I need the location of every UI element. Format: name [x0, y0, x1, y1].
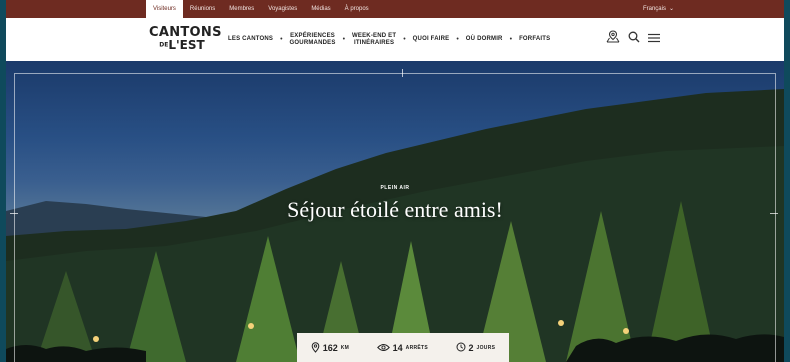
clock-icon [456, 342, 466, 354]
nav-separator: • [342, 36, 346, 43]
logo-line2: DEL'EST [149, 39, 215, 52]
stat-duration: 2 JOURS [456, 342, 496, 354]
nav-item-ou-dormir[interactable]: OÙ DORMIR [466, 36, 503, 43]
main-nav: LES CANTONS • EXPÉRIENCES GOURMANDES • W… [228, 18, 550, 61]
frame-tick-top [402, 69, 403, 77]
nav-item-experiences-gourmandes[interactable]: EXPÉRIENCES GOURMANDES [290, 33, 336, 47]
language-label: Français [642, 6, 666, 12]
audience-tab-membres[interactable]: Membres [222, 0, 261, 18]
search-icon[interactable] [628, 30, 640, 48]
nav-label: FORFAITS [519, 36, 551, 42]
stat-stops: 14 ARRÊTS [376, 343, 429, 354]
nav-separator: • [509, 36, 513, 43]
nav-label: GOURMANDES [289, 39, 336, 46]
utility-bar: Visiteurs Réunions Membres Voyagistes Mé… [6, 0, 784, 18]
nav-label: WEEK-END ET [352, 32, 397, 39]
stat-stops-value: 14 [392, 343, 403, 353]
stat-stops-unit: ARRÊTS [405, 345, 429, 351]
site-logo[interactable]: CANTONS DEL'EST [149, 26, 221, 52]
stat-distance-unit: KM [340, 345, 350, 351]
nav-label: QUOI FAIRE [412, 36, 450, 42]
browser-page: Visiteurs Réunions Membres Voyagistes Mé… [6, 0, 784, 362]
header-tools [606, 30, 660, 48]
nav-label: EXPÉRIENCES [290, 32, 335, 39]
nav-item-forfaits[interactable]: FORFAITS [519, 36, 550, 43]
audience-tab-visiteurs[interactable]: Visiteurs [146, 0, 183, 18]
audience-nav: Visiteurs Réunions Membres Voyagistes Mé… [146, 0, 376, 18]
nav-label: LES CANTONS [228, 36, 274, 42]
logo-de: DE [159, 41, 169, 49]
site-header: CANTONS DEL'EST LES CANTONS • EXPÉRIENCE… [6, 18, 784, 61]
nav-label: ITINÉRAIRES [354, 39, 395, 46]
nav-item-les-cantons[interactable]: LES CANTONS [228, 36, 273, 43]
hero-title: Séjour étoilé entre amis! [287, 197, 503, 222]
audience-tab-a-propos[interactable]: À propos [338, 0, 376, 18]
nav-separator: • [456, 36, 459, 43]
nav-separator: • [403, 36, 406, 43]
audience-tab-reunions[interactable]: Réunions [183, 0, 222, 18]
nav-item-week-end-itineraires[interactable]: WEEK-END ET ITINÉRAIRES [352, 33, 396, 47]
hero-banner: PLEIN AIR Séjour étoilé entre amis! 162 … [6, 61, 784, 362]
stat-distance: 162 KM [311, 341, 350, 355]
itinerary-stats: 162 KM 14 ARRÊTS 2 JOURS [297, 333, 509, 362]
nav-separator: • [280, 36, 283, 43]
logo-est: L'EST [168, 38, 205, 52]
nav-item-quoi-faire[interactable]: QUOI FAIRE [413, 36, 450, 43]
audience-tab-voyagistes[interactable]: Voyagistes [261, 0, 304, 18]
stat-distance-value: 162 [322, 343, 338, 353]
map-pin-icon[interactable] [606, 30, 620, 48]
hero-category: PLEIN AIR [380, 185, 410, 191]
nav-label: OÙ DORMIR [465, 36, 503, 42]
stat-duration-value: 2 [468, 343, 474, 353]
stat-duration-unit: JOURS [476, 345, 496, 351]
location-icon [311, 341, 320, 355]
chevron-down-icon: ⌄ [668, 6, 674, 12]
hamburger-menu-icon[interactable] [648, 30, 660, 48]
eye-icon [376, 343, 390, 354]
audience-tab-medias[interactable]: Médias [304, 0, 337, 18]
language-selector[interactable]: Français ⌄ [643, 0, 674, 18]
